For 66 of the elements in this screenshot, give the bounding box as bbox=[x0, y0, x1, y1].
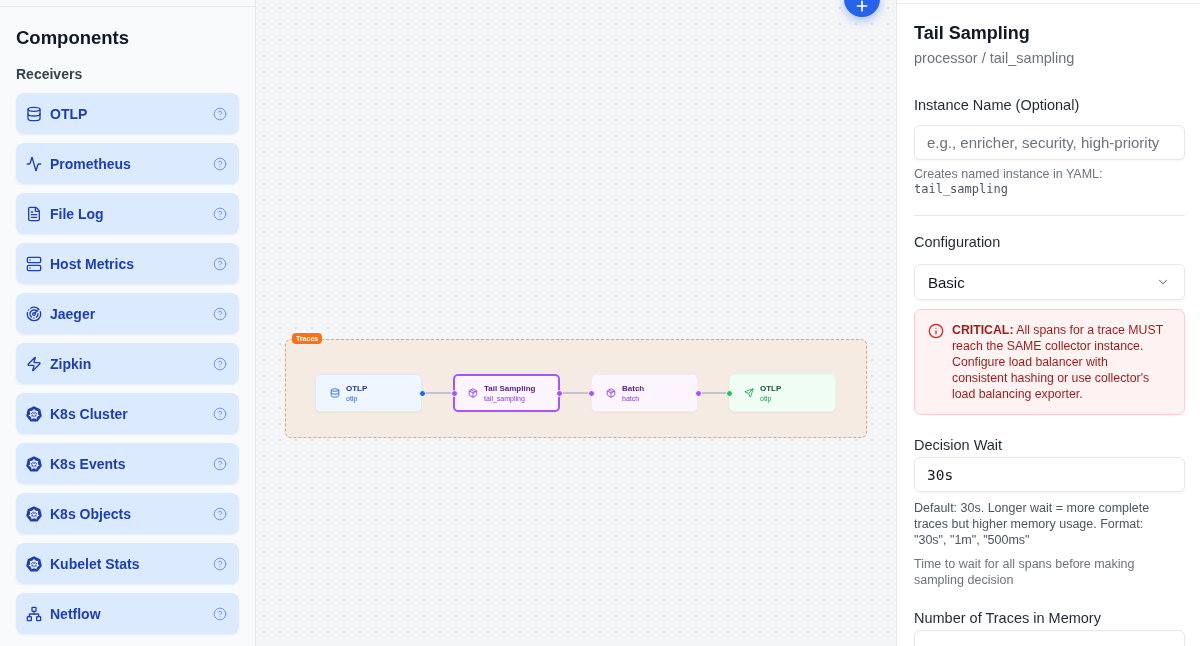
section-heading: Receivers bbox=[16, 65, 84, 83]
connection-handle[interactable] bbox=[450, 389, 458, 397]
alert-text: CRITICAL: All spans for a trace MUST reach the SAME collector instance. Configure load balancer with consistent hashing or use collector's load balancing exporter. bbox=[952, 322, 1164, 402]
help-icon[interactable] bbox=[213, 606, 227, 621]
help-icon[interactable] bbox=[213, 506, 227, 521]
connection-handle[interactable] bbox=[418, 389, 426, 397]
field-label: Instance Name (Optional) bbox=[914, 96, 1081, 115]
pulse-icon bbox=[26, 155, 42, 172]
instance-name-input[interactable]: e.g., enricher, security, high-priority bbox=[914, 125, 1185, 160]
wheel-badge-icon bbox=[26, 405, 42, 422]
field-label: Number of Traces in Memory bbox=[914, 609, 1102, 628]
component-item[interactable]: File Log bbox=[16, 193, 239, 234]
component-item[interactable]: Prometheus bbox=[16, 143, 239, 184]
help-icon[interactable] bbox=[213, 456, 227, 471]
help-icon[interactable] bbox=[213, 106, 227, 121]
component-item[interactable]: Jaeger bbox=[16, 293, 239, 334]
panel-title: Tail Sampling bbox=[914, 22, 1031, 45]
help-icon[interactable] bbox=[213, 556, 227, 571]
node-title: Batch bbox=[622, 383, 645, 394]
database-icon bbox=[330, 388, 340, 398]
connector-line bbox=[560, 392, 591, 394]
help-icon[interactable] bbox=[213, 406, 227, 421]
value-input[interactable]: 30s bbox=[914, 457, 1185, 492]
component-item[interactable]: K8s Objects bbox=[16, 493, 239, 534]
connection-handle[interactable] bbox=[694, 389, 702, 397]
wheel-badge-icon bbox=[26, 505, 42, 522]
configuration-select[interactable]: Basic bbox=[914, 264, 1185, 300]
send-icon bbox=[744, 388, 754, 398]
helper-text: Creates named instance in YAML: bbox=[914, 167, 1104, 182]
connection-handle[interactable] bbox=[725, 389, 733, 397]
database-icon bbox=[26, 105, 42, 122]
help-icon[interactable] bbox=[213, 306, 227, 321]
sidebar-title: Components bbox=[16, 26, 131, 50]
panel-subtitle: processor / tail_sampling bbox=[914, 49, 1076, 68]
help-icon[interactable] bbox=[213, 356, 227, 371]
node-title: OTLP bbox=[760, 383, 782, 394]
component-item[interactable]: K8s Cluster bbox=[16, 393, 239, 434]
component-item[interactable]: Kubelet Stats bbox=[16, 543, 239, 584]
server-icon bbox=[26, 255, 42, 272]
node-title: OTLP bbox=[346, 383, 368, 394]
field-label: Decision Wait bbox=[914, 436, 1004, 455]
wheel-badge-icon bbox=[26, 555, 42, 572]
connection-handle[interactable] bbox=[587, 389, 595, 397]
cube-icon bbox=[606, 388, 616, 398]
component-item[interactable]: K8s Events bbox=[16, 443, 239, 484]
help-icon[interactable] bbox=[213, 206, 227, 221]
component-item[interactable]: Host Metrics bbox=[16, 243, 239, 284]
info-icon bbox=[928, 323, 944, 339]
lightning-icon bbox=[26, 355, 42, 372]
description-text: Time to wait for all spans before making sampling decision bbox=[914, 556, 1136, 588]
help-text: Default: 30s. Longer wait = more complete traces but higher memory usage. Format: "30s", "1m", "500ms" bbox=[914, 500, 1151, 548]
cube-icon bbox=[468, 388, 478, 398]
yaml-name: tail_sampling bbox=[914, 182, 1009, 197]
component-item[interactable]: Zipkin bbox=[16, 343, 239, 384]
plus-icon bbox=[854, 0, 870, 14]
component-item[interactable]: OTLP bbox=[16, 93, 239, 134]
connection-handle[interactable] bbox=[555, 389, 563, 397]
network-icon bbox=[26, 605, 42, 622]
help-icon[interactable] bbox=[213, 156, 227, 171]
radar-icon bbox=[26, 305, 42, 322]
document-icon bbox=[26, 205, 42, 222]
field-label: Configuration bbox=[914, 233, 1002, 252]
help-icon[interactable] bbox=[213, 256, 227, 271]
component-item[interactable]: Netflow bbox=[16, 593, 239, 634]
wheel-badge-icon bbox=[26, 455, 42, 472]
node-title: Tail Sampling bbox=[484, 383, 536, 394]
